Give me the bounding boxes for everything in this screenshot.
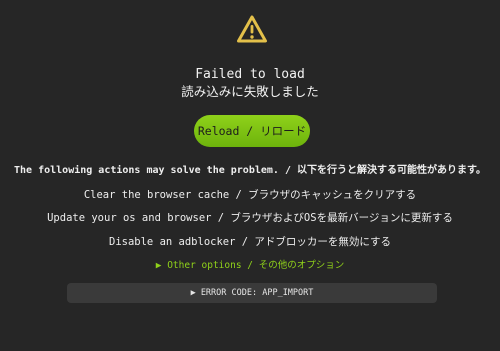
- suggestion-disable-adblocker: Disable an adblocker / アドブロッカーを無効にする: [109, 236, 391, 248]
- error-code-toggle[interactable]: ▶ ERROR CODE: APP_IMPORT: [67, 283, 437, 303]
- other-options-toggle[interactable]: ▶ Other options / その他のオプション: [0, 259, 500, 272]
- suggestion-clear-cache: Clear the browser cache / ブラウザのキャッシュをクリア…: [83, 189, 417, 201]
- warning-triangle-icon: [237, 15, 267, 43]
- error-title-en: Failed to load: [195, 67, 305, 82]
- error-title-ja: 読み込みに失敗しました: [181, 84, 319, 99]
- reload-button[interactable]: Reload / リロード: [194, 115, 310, 147]
- error-page: Failed to load 読み込みに失敗しました Reload / リロード…: [0, 0, 500, 351]
- suggestion-update-os-browser: Update your os and browser / ブラウザおよびOSを最…: [47, 212, 453, 224]
- suggestions-heading: The following actions may solve the prob…: [14, 165, 486, 176]
